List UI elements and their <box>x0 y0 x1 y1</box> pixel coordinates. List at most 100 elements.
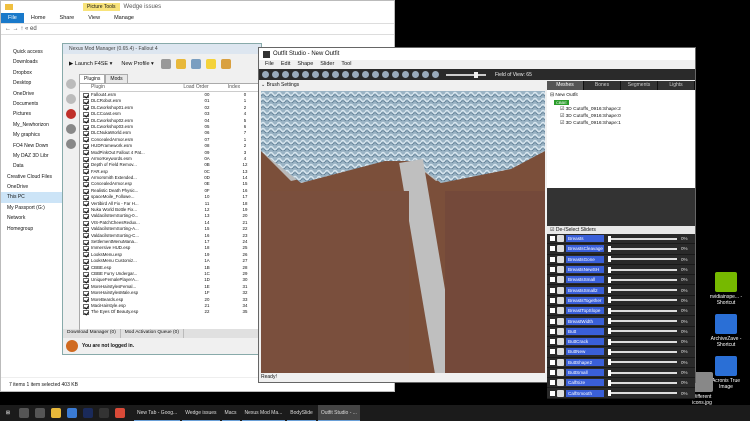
outfit-studio-titlebar[interactable]: Outfit Studio - New Outfit <box>259 48 695 60</box>
tab-download-manager[interactable]: Download Manager (0) <box>63 329 121 338</box>
texture-icon[interactable] <box>372 71 379 78</box>
forward-arrow-icon[interactable]: → <box>13 26 19 32</box>
plugin-checkbox[interactable] <box>83 118 89 124</box>
color-brush-icon[interactable] <box>342 71 349 78</box>
slider-name[interactable]: BreastsSmall2 <box>566 286 604 294</box>
tree-shape[interactable]: ☑ 3D Cutoffs_0916:Shape:1 <box>550 120 692 127</box>
plugin-checkbox[interactable] <box>83 150 89 156</box>
edit-slider-icon[interactable] <box>557 255 564 263</box>
up-arrow-icon[interactable]: ↑ <box>20 26 23 32</box>
nav-item-data[interactable]: Data <box>1 161 63 171</box>
slider-name[interactable]: BreastsCleavage <box>566 245 604 253</box>
ribbon-tab-file[interactable]: File <box>1 13 24 23</box>
slider-track[interactable] <box>608 307 677 314</box>
edit-slider-icon[interactable] <box>557 338 564 346</box>
slider-name[interactable]: Breasts <box>566 235 604 243</box>
plugin-checkbox[interactable] <box>83 143 89 149</box>
nav-item-documents[interactable]: Documents <box>1 99 63 109</box>
tree-reference[interactable]: CBBE <box>550 99 692 106</box>
mask-brush-icon[interactable] <box>282 71 289 78</box>
deflate-brush-icon[interactable] <box>302 71 309 78</box>
plugin-checkbox[interactable] <box>83 226 89 232</box>
file-explorer-icon[interactable] <box>51 408 61 418</box>
select-tool-icon[interactable] <box>262 71 269 78</box>
export-icon[interactable] <box>66 139 76 149</box>
ribbon-tab-manage[interactable]: Manage <box>107 15 141 21</box>
slider-checkbox[interactable] <box>550 297 555 303</box>
slider-checkbox[interactable] <box>550 380 555 386</box>
edit-slider-icon[interactable] <box>557 307 564 315</box>
weight-brush-icon[interactable] <box>332 71 339 78</box>
slider-name[interactable]: ButtCrack <box>566 338 604 346</box>
column-load-order[interactable]: Load Order <box>172 84 220 91</box>
slider-checkbox[interactable] <box>550 339 555 345</box>
column-index[interactable]: Index <box>220 84 248 91</box>
search-icon[interactable] <box>19 408 29 418</box>
plugin-checkbox[interactable] <box>83 303 89 309</box>
slider-track[interactable] <box>608 328 677 335</box>
steam-icon[interactable] <box>99 408 109 418</box>
front-view-icon[interactable] <box>382 71 389 78</box>
slider-checkbox[interactable] <box>550 236 555 242</box>
edit-slider-icon[interactable] <box>557 379 564 387</box>
plugin-checkbox[interactable] <box>83 201 89 207</box>
gear-icon[interactable] <box>190 59 201 69</box>
slider-checkbox[interactable] <box>550 370 555 375</box>
slider-track[interactable] <box>608 235 677 242</box>
nav-item-quick-access[interactable]: Quick access <box>1 47 63 57</box>
profile-button[interactable]: New Profile ▾ <box>119 60 155 68</box>
slider-checkbox[interactable] <box>550 359 555 365</box>
slider-track[interactable] <box>608 256 677 263</box>
plugin-checkbox[interactable] <box>83 290 89 296</box>
plugin-checkbox[interactable] <box>83 252 89 258</box>
plugin-checkbox[interactable] <box>83 233 89 239</box>
edit-slider-icon[interactable] <box>557 286 564 294</box>
desktop-icon-nvidia[interactable]: nvidiainspe... - Shortcut <box>708 272 744 306</box>
back-view-icon[interactable] <box>392 71 399 78</box>
lightbulb-icon[interactable] <box>205 59 216 69</box>
slider-checkbox[interactable] <box>550 246 555 252</box>
plugin-checkbox[interactable] <box>83 175 89 181</box>
slider-track[interactable] <box>608 369 677 376</box>
slider-name[interactable]: BreastWidth <box>566 317 604 325</box>
plugin-checkbox[interactable] <box>83 137 89 143</box>
nav-item-fo4-downloads[interactable]: FO4 New Down <box>1 141 63 151</box>
nav-item-my-graphics[interactable]: My graphics <box>1 130 63 140</box>
start-windows-icon[interactable]: ⊞ <box>0 405 16 421</box>
nav-item-desktop[interactable]: Desktop <box>1 78 63 88</box>
plugin-checkbox[interactable] <box>83 284 89 290</box>
brush-settings-toggle[interactable]: ⌄ Brush Settings <box>261 81 299 90</box>
photoshop-icon[interactable] <box>83 408 93 418</box>
disable-icon[interactable] <box>66 109 76 119</box>
move-brush-icon[interactable] <box>312 71 319 78</box>
nav-item-my-passport[interactable]: My Passport (G:) <box>1 203 63 213</box>
nav-item-pictures[interactable]: Pictures <box>1 109 63 119</box>
slider-track[interactable] <box>608 266 677 273</box>
tab-bones[interactable]: Bones <box>584 81 621 90</box>
edit-slider-icon[interactable] <box>557 317 564 325</box>
nav-item-homegroup[interactable]: Homegroup <box>1 224 63 234</box>
ribbon-tab-view[interactable]: View <box>81 15 107 21</box>
slider-checkbox[interactable] <box>550 318 555 324</box>
slider-checkbox[interactable] <box>550 349 555 355</box>
plugin-checkbox[interactable] <box>83 214 89 220</box>
nav-item-newhorizon[interactable]: My_Newhorizon <box>1 120 63 130</box>
slider-name[interactable]: ButtSmall <box>566 369 604 376</box>
edit-slider-icon[interactable] <box>557 245 564 253</box>
folder-icon[interactable] <box>175 59 186 69</box>
slider-checkbox[interactable] <box>550 287 555 293</box>
launch-button[interactable]: ▶ Launch F4SE ▾ <box>67 60 114 68</box>
plugin-checkbox[interactable] <box>83 207 89 213</box>
plugin-checkbox[interactable] <box>83 220 89 226</box>
plugin-checkbox[interactable] <box>83 246 89 252</box>
desktop-icon-archive[interactable]: ArchiveZave - Shortcut <box>708 314 744 348</box>
plugin-checkbox[interactable] <box>83 124 89 130</box>
field-of-view-slider[interactable] <box>446 71 486 78</box>
tab-lights[interactable]: Lights <box>658 81 695 90</box>
edit-icon[interactable] <box>220 59 231 69</box>
menu-slider[interactable]: Slider <box>320 60 334 69</box>
plugin-checkbox[interactable] <box>83 239 89 245</box>
lighting-icon[interactable] <box>362 71 369 78</box>
slider-track[interactable] <box>608 287 677 294</box>
task-view-icon[interactable] <box>35 408 45 418</box>
